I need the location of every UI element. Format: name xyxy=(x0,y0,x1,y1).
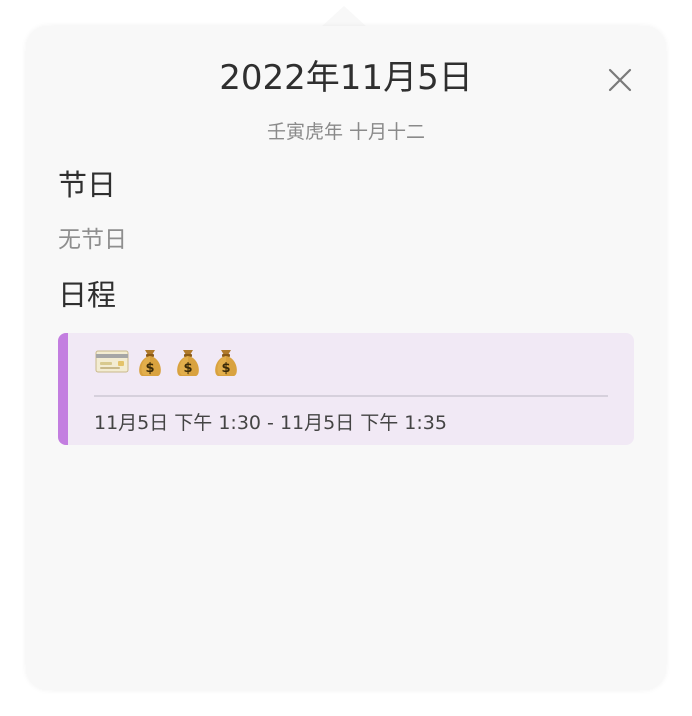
money-bag-icon: $ xyxy=(215,350,237,376)
holiday-heading: 节日 xyxy=(58,168,117,202)
close-button[interactable] xyxy=(604,64,636,96)
event-divider xyxy=(94,395,608,397)
lunar-date: 壬寅虎年 十月十二 xyxy=(266,121,426,143)
money-bag-icon: $ xyxy=(139,350,161,376)
svg-text:$: $ xyxy=(221,361,230,376)
schedule-heading: 日程 xyxy=(58,278,117,312)
holiday-empty-text: 无节日 xyxy=(58,227,127,253)
credit-card-icon xyxy=(95,350,129,373)
money-bag-icon: $ xyxy=(177,350,199,376)
popover-arrow xyxy=(320,6,368,28)
date-title: 2022年11月5日 xyxy=(219,58,473,98)
event-card[interactable]: $ $ $ 11月5日 下午 1:30 - 11月5日 下午 1:35 xyxy=(58,333,634,445)
svg-text:$: $ xyxy=(183,361,192,376)
event-time-range: 11月5日 下午 1:30 - 11月5日 下午 1:35 xyxy=(94,412,447,434)
close-icon xyxy=(608,68,632,92)
event-color-bar xyxy=(58,333,68,445)
event-title: $ $ $ xyxy=(94,343,244,379)
svg-text:$: $ xyxy=(145,361,154,376)
